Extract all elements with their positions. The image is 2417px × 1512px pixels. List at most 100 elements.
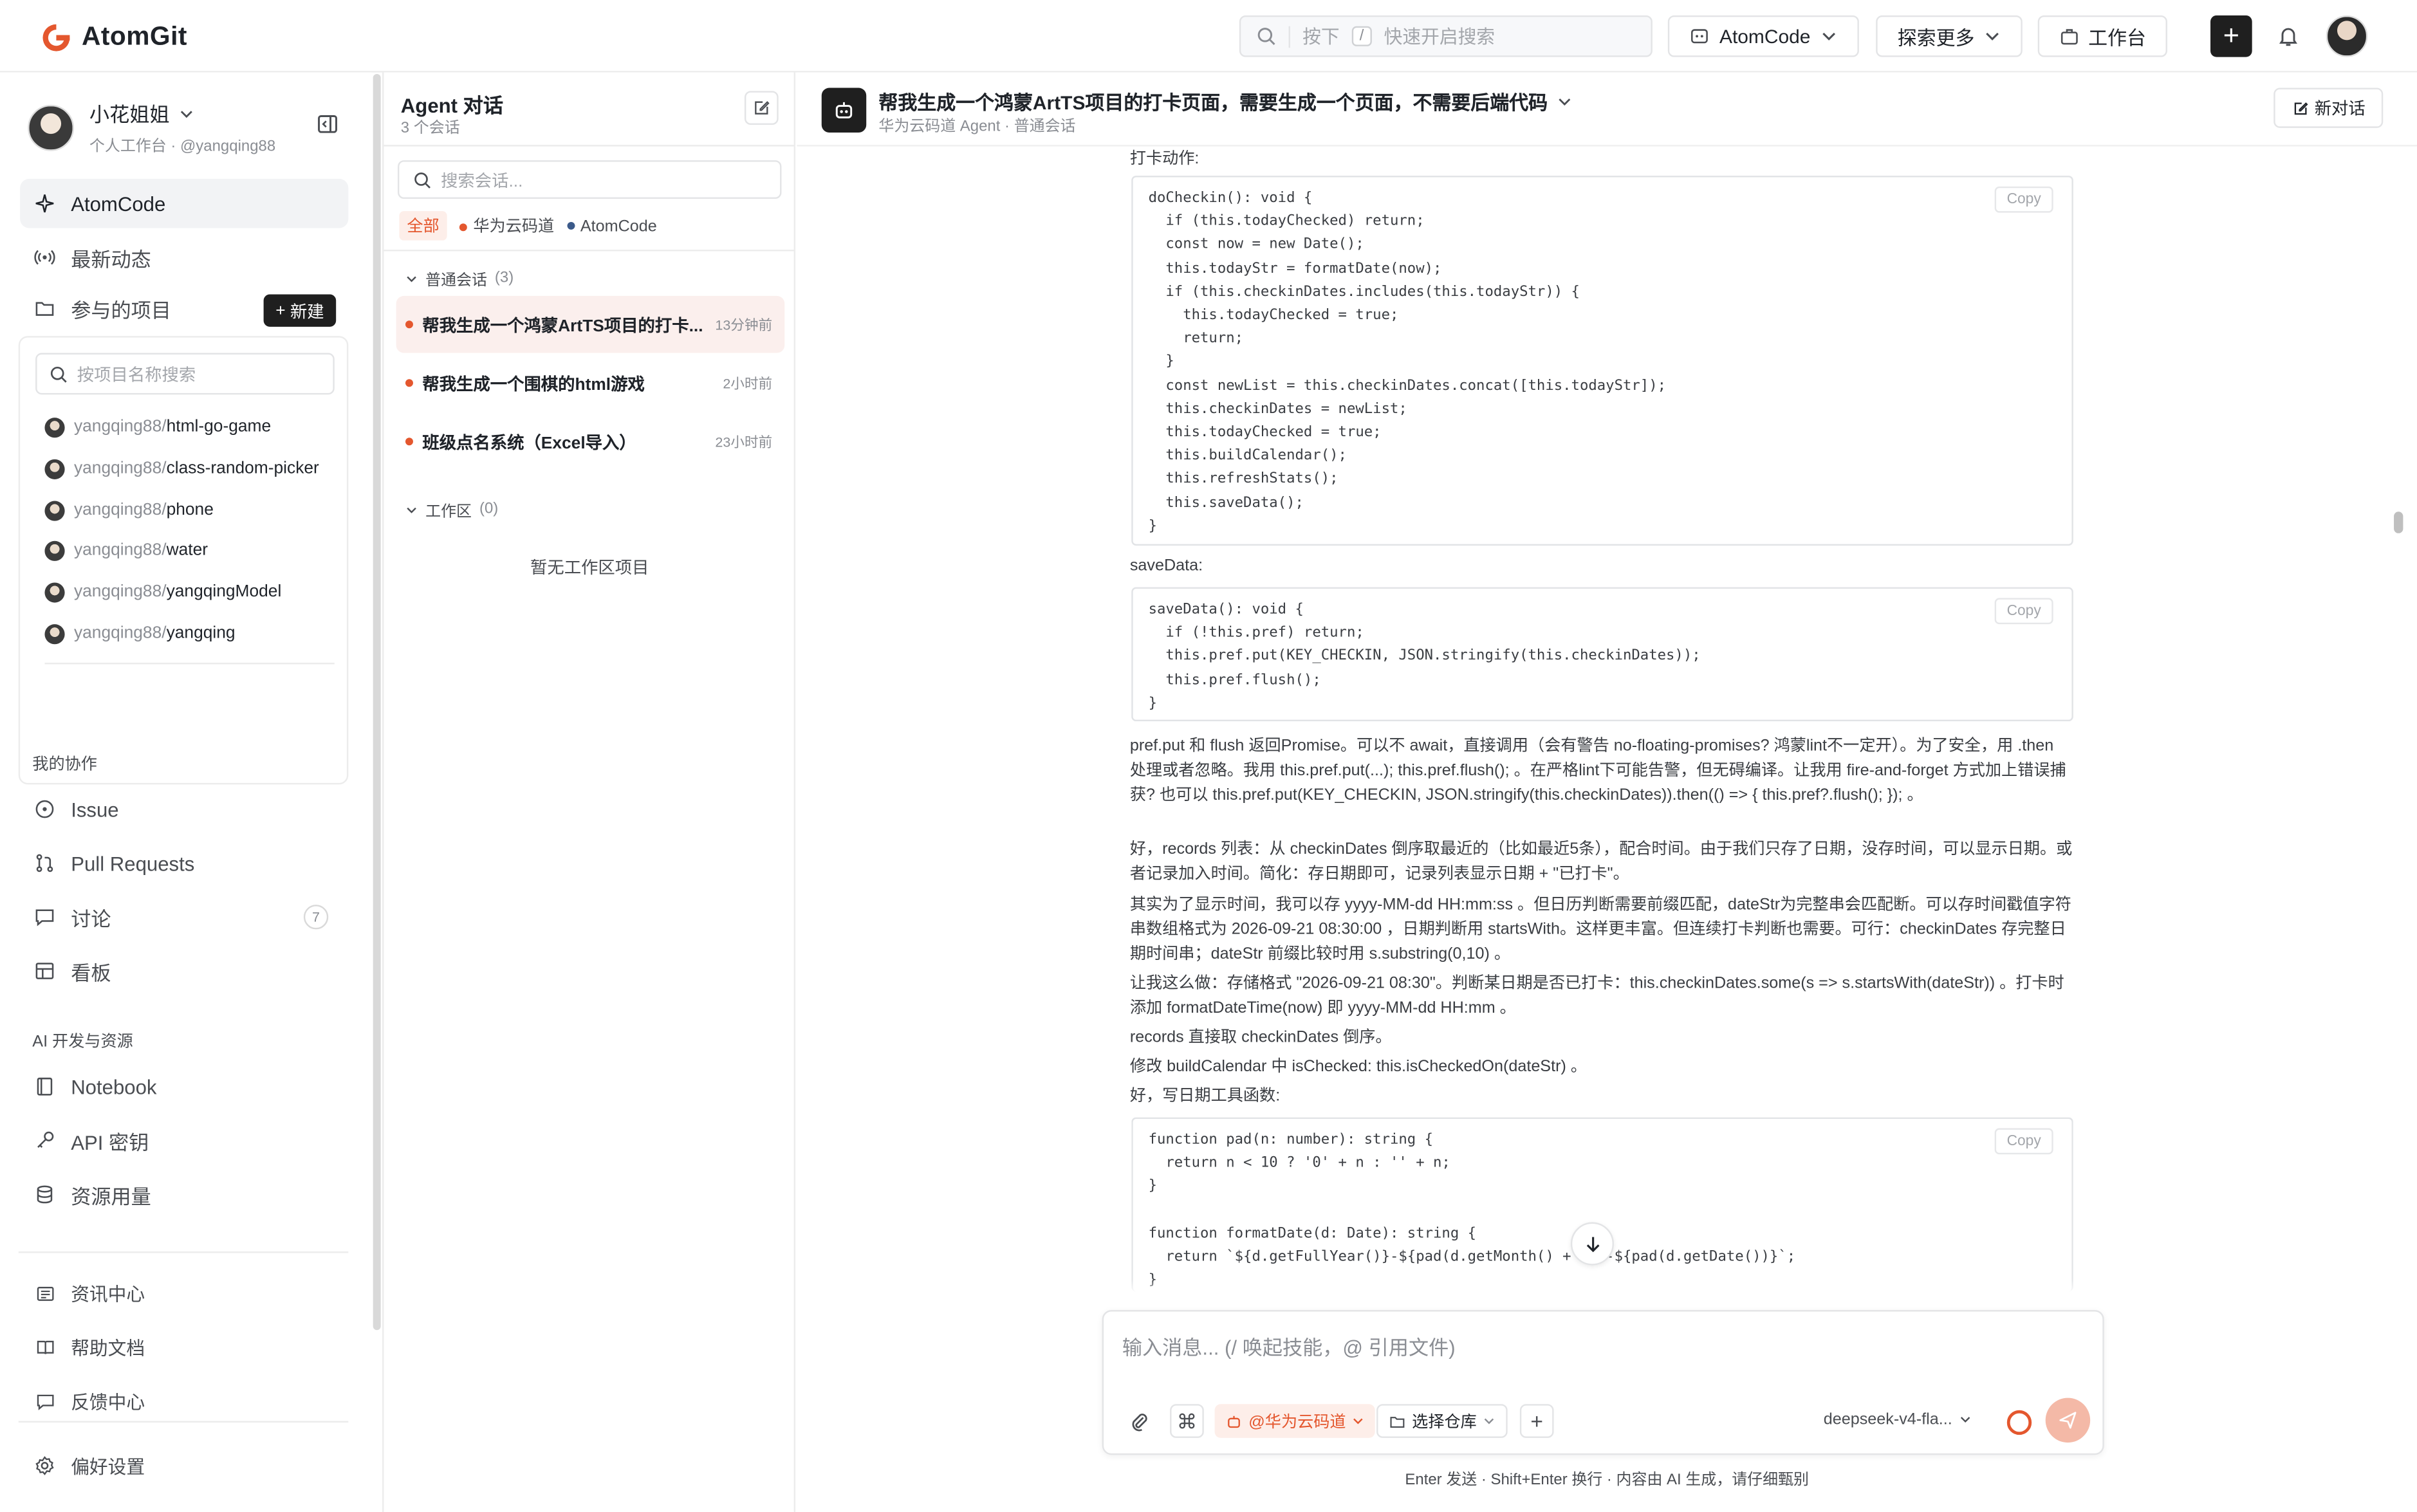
- message-label: saveData:: [1129, 556, 1203, 575]
- message-composer[interactable]: 输入消息... (/ 唤起技能，@ 引用文件) @华为云码道 选择仓库 + de…: [1102, 1310, 2104, 1455]
- copy-button[interactable]: Copy: [1994, 598, 2053, 625]
- new-conversation-button[interactable]: [744, 91, 779, 125]
- search-prefix: 按下: [1302, 26, 1340, 48]
- project-item[interactable]: yangqing88/phone: [44, 496, 214, 524]
- code-block: function pad(n: number): string { return…: [1131, 1117, 2073, 1292]
- group-count: (0): [479, 501, 499, 518]
- atomcode-label: AtomCode: [1719, 25, 1811, 48]
- chevron-down-icon: [1353, 1418, 1363, 1424]
- agent-tag-label: @华为云码道: [1248, 1412, 1346, 1432]
- project-item[interactable]: yangqing88/class-random-picker: [44, 455, 319, 483]
- conversation-title: 帮我生成一个鸿蒙ArtTS项目的打卡...: [422, 317, 703, 335]
- sidebar-item-projects[interactable]: 参与的项目: [20, 284, 251, 333]
- filter-huawei[interactable]: 华为云码道: [459, 214, 554, 237]
- command-button[interactable]: [1170, 1404, 1204, 1438]
- broadcast-icon: [32, 245, 57, 270]
- section-title-ai: AI 开发与资源: [32, 1032, 133, 1051]
- filter-atomcode[interactable]: AtomCode: [566, 216, 657, 235]
- message-paragraph: 修改 buildCalendar 中 isChecked: this.isChe…: [1129, 1057, 1587, 1076]
- copy-button[interactable]: Copy: [1994, 1128, 2053, 1155]
- sidebar-item-notebook[interactable]: Notebook: [20, 1062, 348, 1111]
- new-project-button[interactable]: + 新建: [263, 294, 337, 327]
- model-selector[interactable]: deepseek-v4-fla...: [1824, 1410, 1972, 1429]
- project-name: class-random-picker: [166, 459, 319, 478]
- search-icon: [1257, 28, 1275, 45]
- status-dot: [566, 222, 575, 230]
- sidebar-item-feedback[interactable]: 反馈中心: [20, 1376, 348, 1426]
- conversation-item[interactable]: 班级点名系统（Excel导入） 23小时前: [396, 413, 785, 470]
- code-content: saveData(): void { if (!this.pref) retur…: [1148, 601, 1701, 712]
- sidebar-item-usage[interactable]: 资源用量: [20, 1170, 348, 1219]
- group-workspace[interactable]: 工作区 (0): [405, 498, 498, 521]
- user-switcher[interactable]: 小花姐姐 个人工作台 · @yangqing88: [28, 98, 275, 156]
- add-context-button[interactable]: +: [1519, 1404, 1554, 1438]
- agent-selector[interactable]: @华为云码道: [1214, 1404, 1376, 1438]
- divider: [18, 1251, 349, 1253]
- avatar: [44, 500, 65, 521]
- sidebar-item-board[interactable]: 看板: [20, 946, 348, 996]
- conversation-time: 2小时前: [723, 376, 773, 392]
- project-item[interactable]: yangqing88/yangqingModel: [44, 578, 281, 605]
- create-button[interactable]: +: [2210, 15, 2252, 57]
- attach-button[interactable]: [1122, 1404, 1156, 1438]
- agent-robot-icon: [821, 88, 867, 133]
- status-dot: [459, 223, 467, 231]
- chevron-down-icon: [407, 506, 416, 513]
- code-block: saveData(): void { if (!this.pref) retur…: [1131, 587, 2073, 722]
- pull-request-icon: [32, 851, 57, 875]
- filter-label: AtomCode: [580, 216, 657, 235]
- chat-title-dropdown[interactable]: 帮我生成一个鸿蒙ArtTS项目的打卡页面，需要生成一个页面，不需要后端代码: [878, 86, 1572, 116]
- sidebar-item-label: API 密钥: [71, 1130, 149, 1154]
- group-title: 工作区: [425, 504, 472, 521]
- sidebar-item-label: Notebook: [71, 1074, 157, 1098]
- atomcode-dropdown[interactable]: AtomCode: [1667, 15, 1859, 57]
- filter-all[interactable]: 全部: [399, 211, 447, 241]
- sidebar-item-discussions[interactable]: 讨论 7: [20, 892, 348, 942]
- project-search-input[interactable]: 按项目名称搜索: [35, 353, 335, 395]
- status-dot: [405, 320, 413, 329]
- discussion-count-badge: 7: [303, 905, 329, 930]
- bell-icon: [2278, 27, 2297, 46]
- project-item[interactable]: yangqing88/html-go-game: [44, 413, 271, 441]
- sidebar-scrollbar[interactable]: [373, 73, 381, 1331]
- conversation-search-input[interactable]: 搜索会话...: [398, 160, 782, 199]
- sidebar-item-activity[interactable]: 最新动态: [20, 233, 348, 282]
- key-icon: [32, 1128, 57, 1152]
- search-icon: [414, 171, 431, 188]
- group-normal[interactable]: 普通会话 (3): [405, 266, 514, 290]
- conversation-item[interactable]: 帮我生成一个鸿蒙ArtTS项目的打卡... 13分钟前: [396, 295, 785, 353]
- project-item[interactable]: yangqing88/water: [44, 537, 208, 564]
- sidebar-item-docs[interactable]: 帮助文档: [20, 1322, 348, 1372]
- context-usage-ring-icon[interactable]: [2006, 1410, 2032, 1435]
- scroll-to-bottom-button[interactable]: [1570, 1222, 1614, 1266]
- chevron-down-icon: [180, 110, 192, 118]
- chevron-down-icon: [407, 275, 416, 282]
- project-name: phone: [166, 501, 214, 520]
- repo-selector[interactable]: 选择仓库: [1376, 1404, 1508, 1438]
- chat-scrollbar[interactable]: [2394, 512, 2403, 533]
- project-owner: yangqing88/: [73, 624, 167, 643]
- sidebar-item-news[interactable]: 资讯中心: [20, 1268, 348, 1318]
- user-avatar[interactable]: [2326, 15, 2368, 57]
- arrow-down-icon: [1586, 1236, 1599, 1252]
- conversation-time: 23小时前: [715, 434, 773, 450]
- sidebar-item-settings[interactable]: 偏好设置: [20, 1441, 348, 1491]
- global-search[interactable]: 按下 / 快速开启搜索: [1239, 15, 1653, 57]
- sidebar-item-api-keys[interactable]: API 密钥: [20, 1116, 348, 1165]
- new-chat-button[interactable]: 新对话: [2273, 88, 2384, 128]
- conversation-title: 帮我生成一个围棋的html游戏: [422, 375, 645, 394]
- sidebar-item-issue[interactable]: Issue: [20, 784, 348, 834]
- collapse-sidebar-button[interactable]: [316, 113, 340, 137]
- copy-button[interactable]: Copy: [1994, 186, 2053, 213]
- send-button[interactable]: [2045, 1397, 2091, 1443]
- sidebar-item-pull-requests[interactable]: Pull Requests: [20, 838, 348, 888]
- brand-logo[interactable]: AtomGit: [40, 17, 187, 57]
- explore-dropdown[interactable]: 探索更多: [1876, 15, 2023, 57]
- conversation-item[interactable]: 帮我生成一个围棋的html游戏 2小时前: [396, 355, 785, 412]
- project-item[interactable]: yangqing88/yangqing: [44, 620, 236, 647]
- notifications-button[interactable]: [2270, 19, 2304, 53]
- sidebar-item-atomcode[interactable]: AtomCode: [20, 178, 349, 228]
- atomgit-logo-icon: [42, 23, 70, 51]
- workbench-button[interactable]: 工作台: [2037, 15, 2167, 57]
- workbench-label: 工作台: [2088, 28, 2146, 50]
